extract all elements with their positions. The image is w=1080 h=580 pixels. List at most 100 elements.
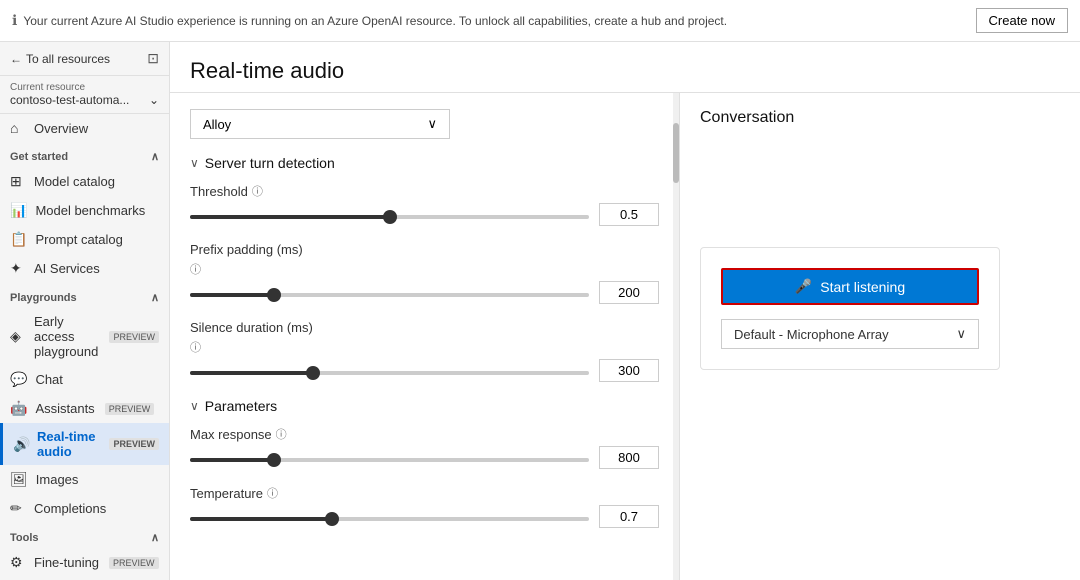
back-to-resources-link[interactable]: ← To all resources bbox=[10, 52, 110, 66]
notification-banner: ℹ Your current Azure AI Studio experienc… bbox=[0, 0, 1080, 42]
preview-badge: PREVIEW bbox=[109, 557, 159, 569]
sidebar-item-label: Chat bbox=[35, 372, 62, 387]
sidebar-item-label: Prompt catalog bbox=[35, 232, 122, 247]
section-chevron-icon: ∨ bbox=[190, 156, 199, 170]
sidebar-item-label: Real-time audio bbox=[37, 429, 99, 459]
scrollbar-thumb bbox=[673, 123, 679, 183]
parameters-section[interactable]: ∨ Parameters bbox=[190, 398, 659, 414]
prefix-padding-label: Prefix padding (ms) bbox=[190, 242, 303, 257]
threshold-label: Threshold bbox=[190, 184, 248, 199]
prefix-padding-value-input[interactable] bbox=[599, 281, 659, 304]
start-listening-label: Start listening bbox=[820, 279, 905, 295]
sidebar-header: ← To all resources ⊡ bbox=[0, 42, 169, 76]
max-response-label-container: Max response ⓘ bbox=[190, 426, 659, 442]
sidebar-item-real-time-audio[interactable]: 🔊 Real-time audio PREVIEW bbox=[0, 423, 169, 465]
silence-duration-group: Silence duration (ms) ⓘ bbox=[190, 320, 659, 382]
microphone-icon: 🎤 bbox=[795, 278, 812, 295]
sidebar-item-label: Model benchmarks bbox=[35, 203, 145, 218]
silence-duration-label: Silence duration (ms) bbox=[190, 320, 313, 335]
threshold-info-icon[interactable]: ⓘ bbox=[252, 183, 263, 199]
prefix-padding-slider[interactable] bbox=[190, 293, 589, 297]
sidebar-item-images[interactable]: 🖼 Images bbox=[0, 465, 169, 494]
chat-icon: 💬 bbox=[10, 371, 27, 388]
prefix-padding-group: Prefix padding (ms) ⓘ bbox=[190, 242, 659, 304]
sidebar-item-label: Early access playground bbox=[34, 314, 99, 359]
max-response-label: Max response bbox=[190, 427, 272, 442]
threshold-value-input[interactable] bbox=[599, 203, 659, 226]
scrollbar[interactable] bbox=[673, 93, 679, 580]
sidebar-item-early-access[interactable]: ◈ Early access playground PREVIEW bbox=[0, 308, 169, 365]
sidebar-item-assistants[interactable]: 🤖 Assistants PREVIEW bbox=[0, 394, 169, 423]
silence-duration-value-input[interactable] bbox=[599, 359, 659, 382]
temperature-slider[interactable] bbox=[190, 517, 589, 521]
silence-duration-label-container: Silence duration (ms) bbox=[190, 320, 659, 335]
temperature-slider-container bbox=[190, 509, 589, 524]
get-started-label: Get started bbox=[10, 151, 68, 163]
main-content: Real-time audio Alloy ∨ ∨ Server turn de… bbox=[170, 42, 1080, 580]
max-response-group: Max response ⓘ bbox=[190, 426, 659, 469]
max-response-info-icon[interactable]: ⓘ bbox=[276, 426, 287, 442]
threshold-slider[interactable] bbox=[190, 215, 589, 219]
server-turn-detection-section[interactable]: ∨ Server turn detection bbox=[190, 155, 659, 171]
microphone-select[interactable]: Default - Microphone Array ∨ bbox=[721, 319, 979, 349]
threshold-slider-container bbox=[190, 207, 589, 222]
page-content-area: Alloy ∨ ∨ Server turn detection Threshol… bbox=[170, 93, 1080, 580]
get-started-chevron: ∧ bbox=[151, 150, 159, 163]
current-resource-container: Current resource contoso-test-automa... … bbox=[0, 76, 169, 114]
prefix-padding-info-icon[interactable]: ⓘ bbox=[190, 261, 201, 277]
max-response-value-input[interactable] bbox=[599, 446, 659, 469]
microphone-dropdown-icon: ∨ bbox=[956, 326, 966, 342]
page-title: Real-time audio bbox=[190, 58, 1060, 84]
playgrounds-chevron: ∧ bbox=[151, 291, 159, 304]
info-icon: ℹ bbox=[12, 12, 17, 29]
max-response-slider[interactable] bbox=[190, 458, 589, 462]
early-access-icon: ◈ bbox=[10, 328, 26, 345]
temperature-info-icon[interactable]: ⓘ bbox=[267, 485, 278, 501]
sidebar-collapse-button[interactable]: ⊡ bbox=[147, 50, 159, 67]
tools-label: Tools bbox=[10, 532, 39, 544]
ai-services-icon: ✦ bbox=[10, 260, 26, 277]
completions-icon: ✏ bbox=[10, 500, 26, 517]
prefix-padding-slider-container bbox=[190, 285, 589, 300]
silence-duration-info-icon[interactable]: ⓘ bbox=[190, 339, 201, 355]
sidebar-item-overview[interactable]: ⌂ Overview bbox=[0, 114, 169, 142]
sidebar-item-model-catalog[interactable]: ⊞ Model catalog bbox=[0, 167, 169, 196]
sidebar-item-ai-services[interactable]: ✦ AI Services bbox=[0, 254, 169, 283]
prefix-padding-label-container: Prefix padding (ms) bbox=[190, 242, 659, 257]
settings-panel: Alloy ∨ ∨ Server turn detection Threshol… bbox=[170, 93, 680, 580]
banner-message-container: ℹ Your current Azure AI Studio experienc… bbox=[12, 12, 727, 29]
sidebar-item-fine-tuning[interactable]: ⚙ Fine-tuning PREVIEW bbox=[0, 548, 169, 577]
microphone-label: Default - Microphone Array bbox=[734, 327, 889, 342]
start-listening-button[interactable]: 🎤 Start listening bbox=[721, 268, 979, 305]
sidebar-item-prompt-catalog[interactable]: 📋 Prompt catalog bbox=[0, 225, 169, 254]
max-response-slider-row bbox=[190, 446, 659, 469]
tools-chevron: ∧ bbox=[151, 531, 159, 544]
sidebar-item-label: Overview bbox=[34, 121, 88, 136]
banner-message: Your current Azure AI Studio experience … bbox=[23, 14, 727, 28]
back-link-label: To all resources bbox=[26, 52, 110, 66]
current-resource-value: contoso-test-automa... ⌄ bbox=[10, 93, 159, 107]
playgrounds-section: Playgrounds ∧ bbox=[0, 283, 169, 308]
resource-name: contoso-test-automa... bbox=[10, 93, 129, 107]
sidebar-item-chat[interactable]: 💬 Chat bbox=[0, 365, 169, 394]
silence-duration-slider[interactable] bbox=[190, 371, 589, 375]
benchmarks-icon: 📊 bbox=[10, 202, 27, 219]
page-title-bar: Real-time audio bbox=[170, 42, 1080, 93]
fine-tuning-icon: ⚙ bbox=[10, 554, 26, 571]
conversation-panel: Conversation 🎤 Start listening Default -… bbox=[680, 93, 1080, 580]
sidebar-item-completions[interactable]: ✏ Completions bbox=[0, 494, 169, 523]
parameters-chevron-icon: ∨ bbox=[190, 399, 199, 413]
home-icon: ⌂ bbox=[10, 120, 26, 136]
voice-selector[interactable]: Alloy ∨ bbox=[190, 109, 450, 139]
sidebar: ← To all resources ⊡ Current resource co… bbox=[0, 42, 170, 580]
sidebar-item-label: Images bbox=[36, 472, 79, 487]
sidebar-item-label: Assistants bbox=[35, 401, 94, 416]
conversation-title: Conversation bbox=[700, 109, 1060, 127]
preview-badge: PREVIEW bbox=[109, 438, 159, 450]
sidebar-item-model-benchmarks[interactable]: 📊 Model benchmarks bbox=[0, 196, 169, 225]
create-now-button[interactable]: Create now bbox=[976, 8, 1068, 33]
sidebar-item-label: Fine-tuning bbox=[34, 555, 99, 570]
temperature-value-input[interactable] bbox=[599, 505, 659, 528]
playgrounds-label: Playgrounds bbox=[10, 292, 77, 304]
resource-expand-icon: ⌄ bbox=[149, 93, 159, 107]
